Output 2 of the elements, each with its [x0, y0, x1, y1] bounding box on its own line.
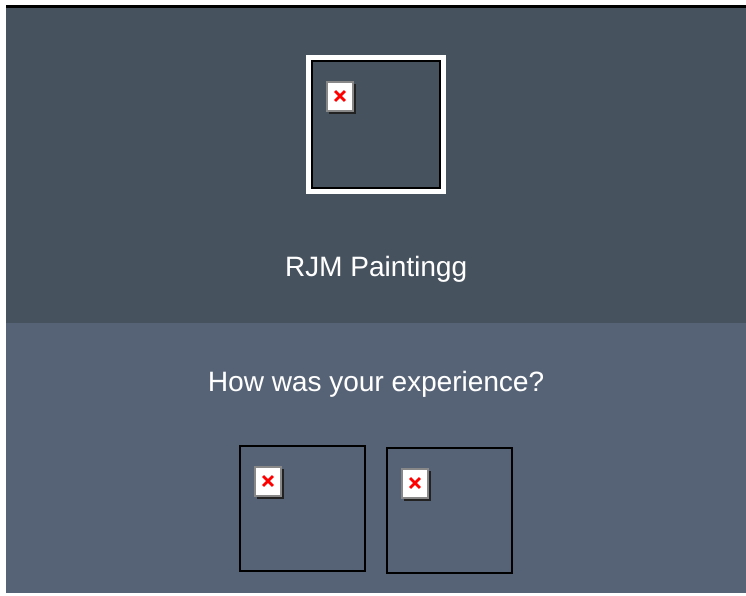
business-name: RJM Paintingg: [284, 250, 468, 284]
question-heading: How was your experience?: [208, 365, 544, 399]
